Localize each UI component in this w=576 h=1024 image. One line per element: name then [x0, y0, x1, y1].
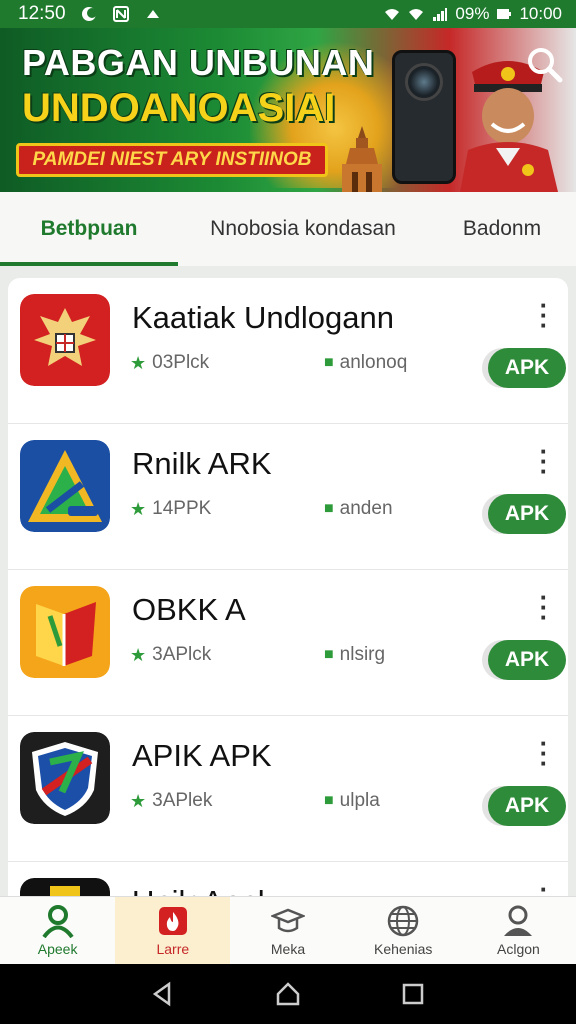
moon-icon [81, 7, 97, 21]
nav-label: Meka [270, 941, 306, 957]
garuda-icon [20, 294, 110, 386]
bag-icon: ■ [324, 500, 334, 517]
app-name: Unilr Apnk [132, 884, 273, 896]
list-item[interactable]: Rnilk ARK ★ 14PPK ■ anden · · · APK [8, 424, 568, 570]
apk-button[interactable]: APK [488, 640, 566, 680]
more-options-icon[interactable]: ··· [532, 584, 556, 630]
person-icon [41, 905, 74, 938]
banner-ribbon: PAMDEI NIEST ARY INSTIINOB [16, 143, 328, 177]
nav-kehenias[interactable]: Kehenias [346, 897, 461, 964]
promo-banner[interactable]: PABGAN UNBUNAN UNDOANOASIAI PAMDEI NIEST… [0, 28, 576, 192]
banner-title-line2: UNDOANOASIAI [22, 86, 336, 130]
signal-icon [433, 8, 448, 21]
bag-icon: ■ [324, 646, 334, 663]
app-rating: ★ 3APlck [130, 644, 212, 665]
system-navigation-bar [0, 964, 576, 1024]
app-category: ■ anlonoq [324, 352, 408, 373]
tab-nnobosia-kondasan[interactable]: Nnobosia kondasan [178, 192, 428, 266]
list-item[interactable]: Unilr Apnk ··· [8, 862, 568, 896]
back-icon[interactable] [149, 980, 177, 1008]
nav-label: Larre [156, 941, 190, 957]
category-tabs: Betbpuan Nnobosia kondasan Badonm [0, 192, 576, 266]
bag-icon: ■ [324, 354, 334, 371]
tab-badonm[interactable]: Badonm [428, 192, 576, 266]
more-options-icon[interactable]: ··· [532, 876, 556, 896]
home-icon[interactable] [274, 980, 302, 1008]
app-name: Kaatiak Undlogann [132, 300, 394, 335]
app-name: APIK APK [132, 738, 272, 773]
status-bar: 12:50 09% 10:00 [0, 0, 576, 28]
app-rating: ★ 03Plck [130, 352, 210, 373]
search-icon[interactable] [522, 42, 566, 86]
nav-larre[interactable]: Larre [115, 897, 231, 964]
bottom-navigation: Apeek Larre Meka Kehenias Aclgon [0, 896, 576, 964]
app-name: Rnilk ARK [132, 446, 272, 481]
more-options-icon[interactable]: ··· [532, 292, 556, 338]
recents-icon[interactable] [399, 980, 427, 1008]
apk-button[interactable]: APK [488, 494, 566, 534]
app-rating: ★ 3APlek [130, 790, 213, 811]
status-clock-right: 10:00 [519, 4, 562, 23]
nav-meka[interactable]: Meka [230, 897, 345, 964]
list-item[interactable]: Kaatiak Undlogann ★ 03Plck ■ anlonoq · · · A… [8, 278, 568, 424]
apk-button[interactable]: APK [488, 786, 566, 826]
phone-illustration [392, 50, 456, 184]
app-category: ■ nlsirg [324, 644, 386, 665]
shield-logo-icon [20, 732, 110, 824]
battery-percent: 09% [455, 4, 490, 23]
star-icon: ★ [130, 790, 147, 811]
notification-icon [146, 10, 159, 18]
nav-label: Kehenias [374, 941, 433, 957]
triangle-logo-icon [20, 440, 110, 532]
nfc-icon [112, 6, 129, 22]
nav-label: Aclgon [497, 941, 540, 957]
nav-label: Apeek [37, 941, 78, 957]
fire-icon [158, 907, 187, 935]
book-logo-icon [20, 586, 110, 678]
apk-button[interactable]: APK [488, 348, 566, 388]
wifi-icon-2 [409, 9, 424, 20]
app-category: ■ ulpla [324, 790, 380, 811]
mortarboard-icon [271, 908, 305, 933]
wifi-icon [385, 9, 400, 20]
banner-title-line1: PABGAN UNBUNAN [22, 42, 375, 83]
partial-app-icon [20, 878, 110, 896]
tower-illustration [342, 126, 382, 192]
app-name: OBKK A [132, 592, 246, 627]
star-icon: ★ [130, 352, 147, 373]
list-item[interactable]: OBKK A ★ 3APlck ■ nlsirg · · · APK [8, 570, 568, 716]
app-rating: ★ 14PPK [130, 498, 212, 519]
star-icon: ★ [130, 498, 147, 519]
tab-betbpuan[interactable]: Betbpuan [0, 192, 178, 266]
list-item[interactable]: APIK APK ★ 3APlek ■ ulpla · · · APK [8, 716, 568, 862]
account-icon [504, 905, 533, 936]
battery-icon [497, 9, 512, 19]
globe-icon [387, 905, 419, 937]
more-options-icon[interactable]: ··· [532, 730, 556, 776]
app-category: ■ anden [324, 498, 393, 519]
status-time: 12:50 [18, 3, 66, 24]
nav-apeek[interactable]: Apeek [0, 897, 115, 964]
more-options-icon[interactable]: ··· [532, 438, 556, 484]
star-icon: ★ [130, 644, 147, 665]
bag-icon: ■ [324, 792, 334, 809]
nav-aclgon[interactable]: Aclgon [461, 897, 576, 964]
app-list: Kaatiak Undlogann ★ 03Plck ■ anlonoq · · · A… [8, 278, 568, 896]
